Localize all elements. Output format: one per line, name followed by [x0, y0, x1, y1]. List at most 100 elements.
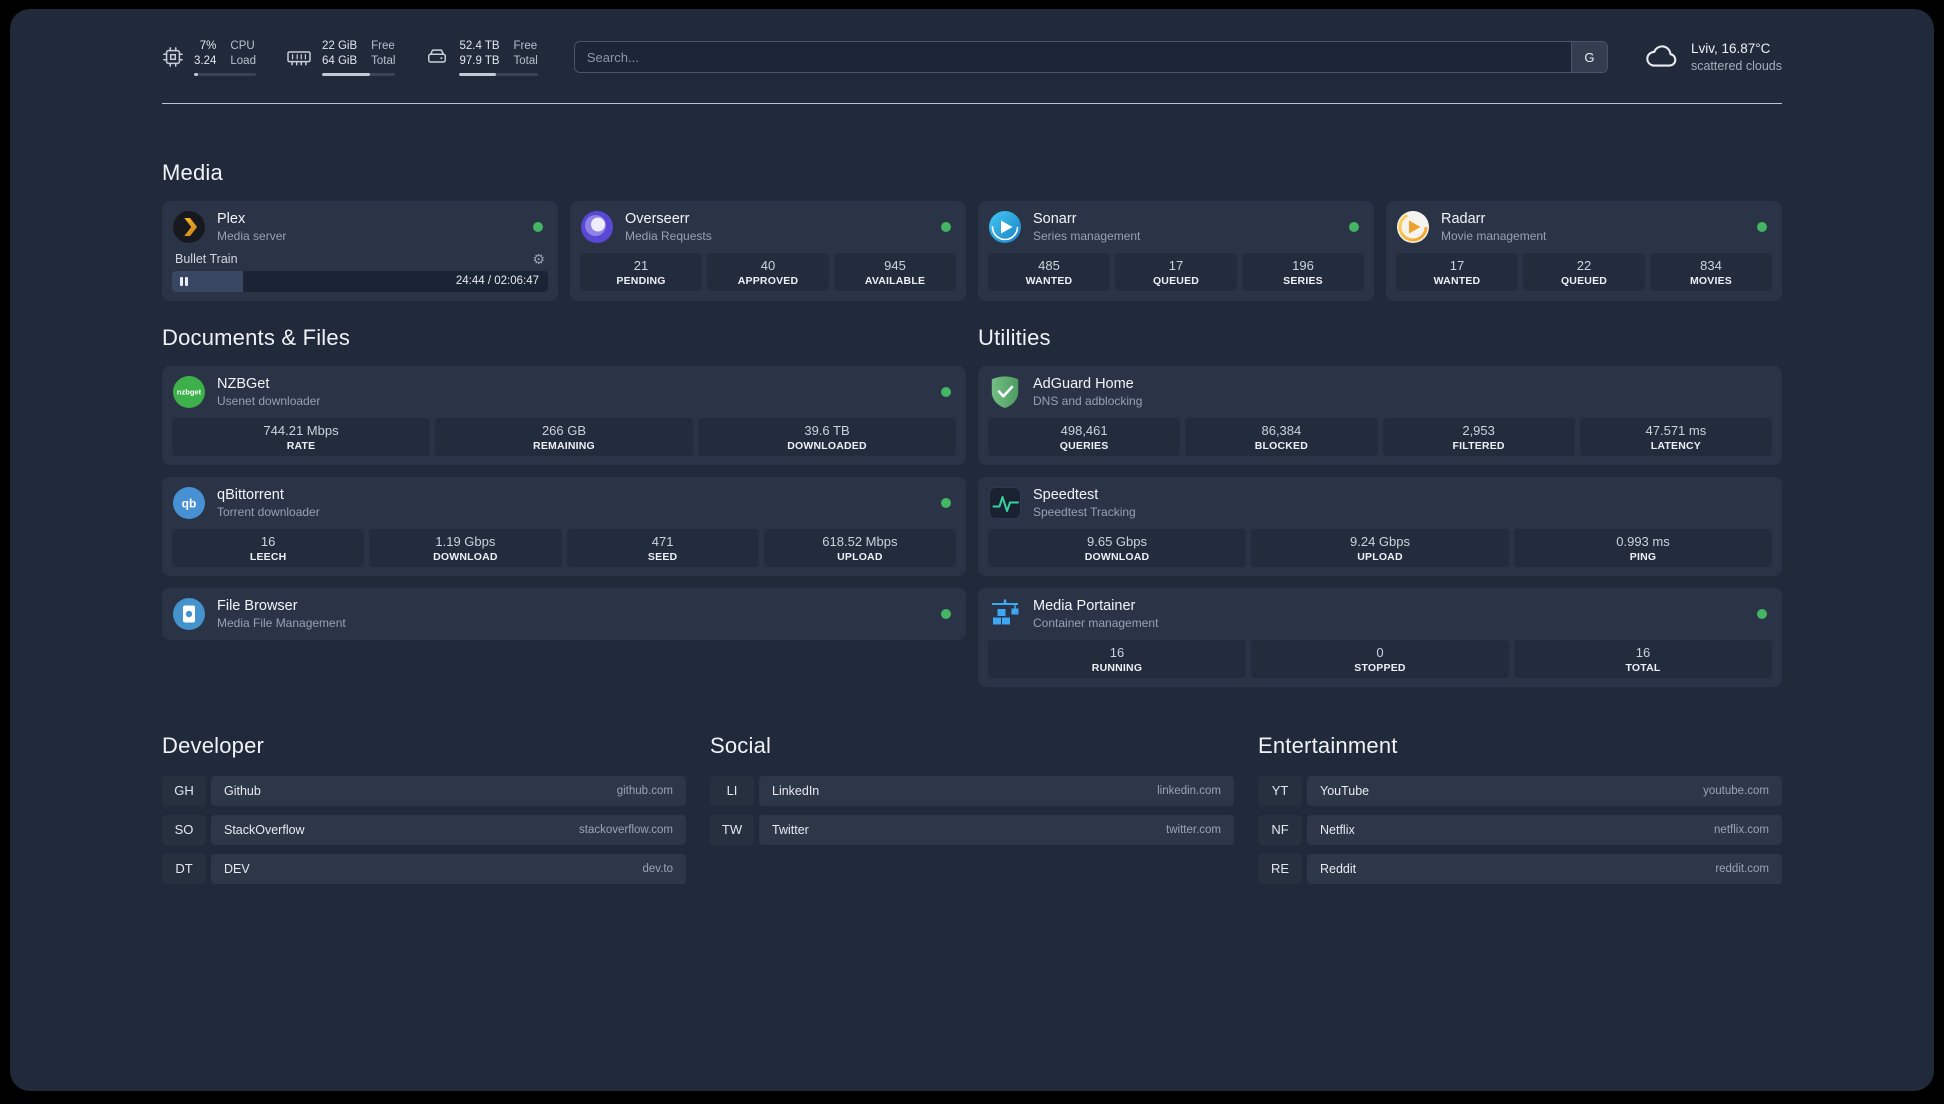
- bookmark-abbr: NF: [1258, 814, 1302, 845]
- service-name: Radarr: [1441, 210, 1486, 227]
- service-card-sonarr[interactable]: Sonarr Series management 485 WANTED 17 Q…: [978, 200, 1374, 301]
- nzbget-icon: nzbget: [172, 375, 206, 409]
- speedtest-icon: [988, 486, 1022, 520]
- pause-icon[interactable]: [180, 276, 188, 286]
- stat-tile: 196 SERIES: [1242, 252, 1364, 291]
- top-bar: 7% 3.24 CPU Load 22 GiB 64 GiB Free Tota…: [162, 39, 1782, 76]
- playback-time: 24:44 / 02:06:47: [455, 275, 539, 288]
- service-card-overseerr[interactable]: Overseerr Media Requests 21 PENDING 40 A…: [570, 200, 966, 301]
- stat-tile: 86,384 BLOCKED: [1185, 417, 1378, 456]
- search-provider-button[interactable]: G: [1570, 42, 1607, 73]
- stat-tile: 47.571 ms LATENCY: [1579, 417, 1772, 456]
- stat-tile: 16 RUNNING: [988, 639, 1246, 678]
- service-card-portainer[interactable]: Media Portainer Container management 16 …: [978, 587, 1782, 687]
- qbittorrent-icon: qb: [172, 486, 206, 520]
- service-description: DNS and adblocking: [1033, 393, 1143, 408]
- search-bar: G: [573, 41, 1608, 74]
- disk-free-label: Free: [513, 40, 538, 52]
- bookmark-stackoverflow[interactable]: SO StackOverflow stackoverflow.com: [162, 814, 686, 845]
- bookmark-group-social: Social LI LinkedIn linkedin.com TW Twitt…: [710, 733, 1234, 854]
- cpu-percent: 7%: [199, 40, 217, 52]
- service-card-plex[interactable]: Plex Media server Bullet Train ⚙ 24:44 /…: [162, 200, 558, 301]
- memory-progress-fill: [321, 72, 371, 76]
- disk-progress-fill: [459, 72, 496, 76]
- stat-tile: 16 TOTAL: [1514, 639, 1772, 678]
- service-card-speedtest[interactable]: Speedtest Speedtest Tracking 9.65 Gbps D…: [978, 476, 1782, 576]
- service-name: AdGuard Home: [1033, 375, 1134, 392]
- bookmark-abbr: DT: [162, 853, 206, 884]
- cpu-progress-fill: [194, 72, 199, 76]
- service-name: Plex: [217, 210, 246, 227]
- memory-progress-bar: [321, 72, 396, 76]
- plex-icon: [172, 210, 206, 244]
- now-playing-title: Bullet Train: [175, 251, 238, 266]
- bookmark-dev[interactable]: DT DEV dev.to: [162, 853, 686, 884]
- bookmark-url: twitter.com: [1166, 823, 1221, 836]
- service-name: File Browser: [217, 597, 298, 614]
- topbar-divider: [162, 102, 1782, 104]
- cloud-icon: [1644, 44, 1680, 70]
- bookmark-twitter[interactable]: TW Twitter twitter.com: [710, 814, 1234, 845]
- bookmark-youtube[interactable]: YT YouTube youtube.com: [1258, 775, 1782, 806]
- utilities-section: Utilities AdGuard Home DNS and adblockin…: [978, 301, 1782, 687]
- memory-widget: 22 GiB 64 GiB Free Total: [286, 39, 396, 76]
- service-card-qbittorrent[interactable]: qb qBittorrent Torrent downloader 16 LEE…: [162, 476, 966, 576]
- gear-icon[interactable]: ⚙: [532, 252, 545, 266]
- stat-tile: 744.21 Mbps RATE: [172, 417, 430, 456]
- resource-widgets: 7% 3.24 CPU Load 22 GiB 64 GiB Free Tota…: [162, 39, 538, 76]
- bookmark-url: github.com: [616, 784, 673, 797]
- bookmark-url: reddit.com: [1715, 862, 1769, 875]
- stat-tile: 22 QUEUED: [1523, 252, 1645, 291]
- bookmark-github[interactable]: GH Github github.com: [162, 775, 686, 806]
- bookmark-abbr: RE: [1258, 853, 1302, 884]
- bookmark-linkedin[interactable]: LI LinkedIn linkedin.com: [710, 775, 1234, 806]
- stat-tile: 40 APPROVED: [707, 252, 829, 291]
- svg-text:nzbget: nzbget: [177, 387, 202, 396]
- status-indicator: [941, 386, 951, 397]
- status-indicator: [1757, 608, 1767, 619]
- stat-tile: 266 GB REMAINING: [435, 417, 693, 456]
- stat-tile: 618.52 Mbps UPLOAD: [763, 528, 956, 567]
- service-name: qBittorrent: [217, 486, 284, 503]
- bookmark-abbr: TW: [710, 814, 754, 845]
- service-name: Media Portainer: [1033, 597, 1136, 614]
- bookmark-netflix[interactable]: NF Netflix netflix.com: [1258, 814, 1782, 845]
- stat-tile: 0.993 ms PING: [1514, 528, 1772, 567]
- disk-icon: [425, 46, 449, 68]
- stat-tile: 21 PENDING: [580, 252, 702, 291]
- bookmark-abbr: LI: [710, 775, 754, 806]
- service-card-radarr[interactable]: Radarr Movie management 17 WANTED 22 QUE…: [1386, 200, 1782, 301]
- stat-tile: 39.6 TB DOWNLOADED: [698, 417, 956, 456]
- service-description: Usenet downloader: [217, 393, 321, 408]
- bookmark-url: dev.to: [642, 862, 673, 875]
- status-indicator: [1757, 221, 1767, 232]
- bookmark-group-entertainment: Entertainment YT YouTube youtube.com NF …: [1258, 733, 1782, 893]
- stat-tile: 9.65 Gbps DOWNLOAD: [988, 528, 1246, 567]
- adguard-icon: [988, 375, 1022, 409]
- radarr-icon: [1396, 210, 1430, 244]
- stat-tile: 17 QUEUED: [1115, 252, 1237, 291]
- media-section-heading: Media: [162, 159, 223, 185]
- cpu-load-label: Load: [230, 54, 256, 67]
- cpu-icon: [162, 46, 184, 68]
- developer-section-heading: Developer: [162, 732, 265, 758]
- social-section-heading: Social: [710, 732, 772, 758]
- stat-tile: 2,953 FILTERED: [1382, 417, 1575, 456]
- disk-free-value: 52.4 TB: [459, 40, 500, 52]
- bookmark-abbr: YT: [1258, 775, 1302, 806]
- service-card-adguard[interactable]: AdGuard Home DNS and adblocking 498,461 …: [978, 365, 1782, 465]
- search-input[interactable]: [574, 42, 1571, 73]
- bookmark-name: Netflix: [1320, 822, 1355, 837]
- stat-tile: 471 SEED: [566, 528, 759, 567]
- bookmark-url: linkedin.com: [1157, 784, 1221, 797]
- bookmark-group-developer: Developer GH Github github.com SO StackO…: [162, 733, 686, 893]
- weather-condition: scattered clouds: [1690, 59, 1782, 74]
- bookmark-reddit[interactable]: RE Reddit reddit.com: [1258, 853, 1782, 884]
- weather-location: Lviv, 16.87°C: [1690, 40, 1771, 56]
- service-card-nzbget[interactable]: nzbget NZBGet Usenet downloader 744.21 M…: [162, 365, 966, 465]
- stat-tile: 485 WANTED: [988, 252, 1110, 291]
- memory-total-value: 64 GiB: [321, 54, 358, 67]
- service-card-filebrowser[interactable]: File Browser Media File Management: [162, 587, 966, 640]
- stat-tile: 9.24 Gbps UPLOAD: [1251, 528, 1509, 567]
- filebrowser-icon: [172, 597, 206, 631]
